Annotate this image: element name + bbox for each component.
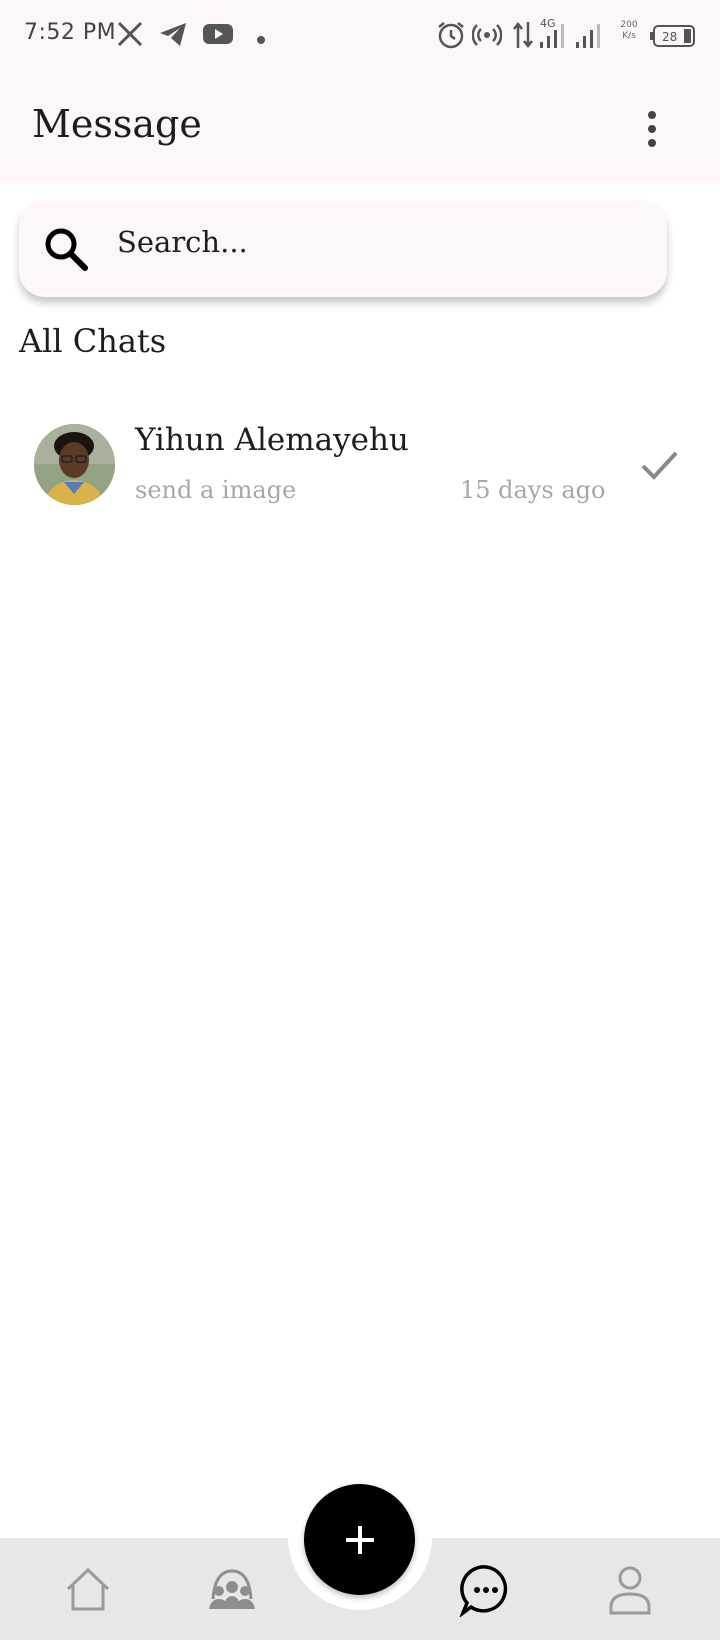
group-icon bbox=[209, 1569, 255, 1609]
data-arrows-icon bbox=[512, 20, 534, 54]
telegram-icon bbox=[158, 20, 188, 52]
dot-icon bbox=[256, 30, 266, 49]
search-input[interactable] bbox=[115, 224, 639, 260]
battery-icon: 28 bbox=[650, 24, 696, 52]
chat-last-message: send a image bbox=[135, 476, 297, 504]
page-title: Message bbox=[32, 102, 202, 146]
battery-level: 28 bbox=[662, 30, 677, 44]
x-icon bbox=[116, 20, 144, 52]
signal-icon-2 bbox=[574, 16, 604, 54]
chat-contact-name: Yihun Alemayehu bbox=[135, 422, 409, 458]
search-bar[interactable] bbox=[19, 200, 667, 297]
nav-profile[interactable] bbox=[598, 1560, 662, 1620]
avatar bbox=[34, 424, 115, 505]
section-title: All Chats bbox=[19, 322, 167, 360]
more-options-button[interactable] bbox=[634, 108, 674, 152]
youtube-icon bbox=[202, 20, 234, 52]
nav-groups[interactable] bbox=[200, 1560, 264, 1620]
hotspot-icon bbox=[471, 20, 503, 54]
app-bar: Message bbox=[0, 72, 720, 184]
person-icon bbox=[609, 1566, 651, 1615]
chat-timestamp: 15 days ago bbox=[460, 476, 606, 504]
plus-icon bbox=[345, 1525, 374, 1554]
chat-bubble-icon bbox=[459, 1565, 508, 1617]
search-icon bbox=[41, 224, 91, 278]
more-vert-icon bbox=[648, 111, 656, 147]
home-icon bbox=[66, 1567, 110, 1611]
status-bar: 7:52 PM 4G 200 K/s 28 bbox=[0, 0, 720, 72]
new-chat-button[interactable] bbox=[304, 1484, 415, 1595]
signal-icon: 4G bbox=[538, 16, 574, 54]
status-time: 7:52 PM bbox=[24, 20, 117, 45]
network-label: 4G bbox=[540, 17, 556, 30]
alarm-icon bbox=[436, 20, 466, 54]
speed-label: 200 K/s bbox=[620, 20, 638, 41]
check-icon bbox=[640, 448, 680, 486]
nav-chats[interactable] bbox=[454, 1560, 518, 1620]
nav-home[interactable] bbox=[56, 1560, 120, 1620]
